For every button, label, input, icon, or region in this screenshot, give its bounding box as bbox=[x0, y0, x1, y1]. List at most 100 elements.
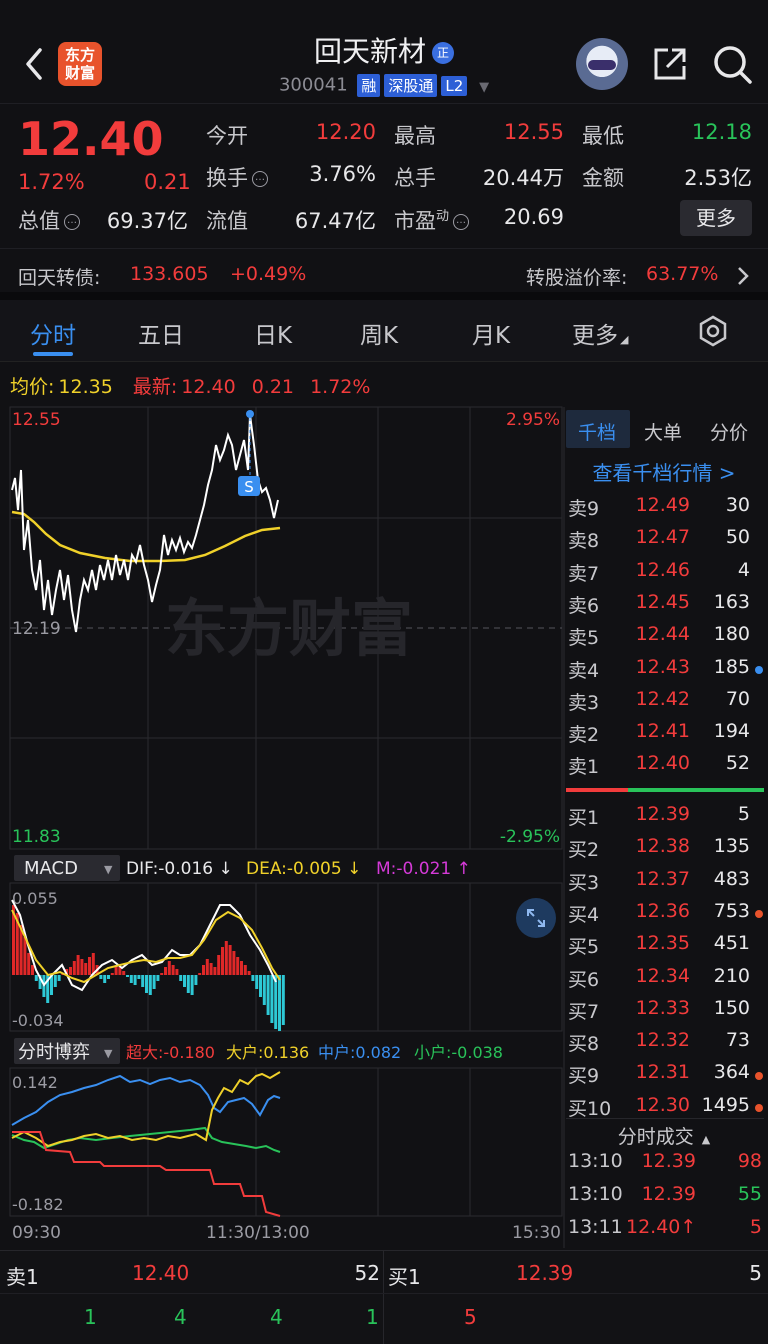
ask-row[interactable]: 卖7 12.46 4 bbox=[568, 559, 764, 591]
bid-row[interactable]: 买9 12.31 364 bbox=[568, 1061, 764, 1093]
margin-tag[interactable]: 融 bbox=[357, 74, 381, 97]
macd-bar bbox=[137, 975, 141, 979]
price-summary-line: 均价: 12.35 最新: 12.40 0.21 1.72% bbox=[10, 372, 370, 399]
tab-weekly-k[interactable]: 周K bbox=[360, 316, 398, 350]
tab-monthly-k[interactable]: 月K bbox=[472, 316, 510, 350]
current-price: 12.40 bbox=[18, 112, 164, 166]
avg-label: 均价: bbox=[10, 376, 55, 398]
bid-level-label: 买7 bbox=[568, 1000, 600, 1023]
ask-row[interactable]: 卖8 12.47 50 bbox=[568, 526, 764, 558]
tab-intraday[interactable]: 分时 bbox=[30, 316, 76, 350]
macd-bar bbox=[228, 945, 232, 975]
macd-bar bbox=[198, 973, 202, 975]
queue-buy-label: 买1 bbox=[388, 1265, 421, 1289]
ask-row[interactable]: 卖2 12.41 194 bbox=[568, 720, 764, 752]
view-depth-link[interactable]: 查看千档行情 > bbox=[566, 457, 762, 486]
ask-price: 12.47 bbox=[635, 526, 690, 549]
pe-label[interactable]: 市盈动… bbox=[394, 205, 470, 235]
ask-price: 12.42 bbox=[635, 687, 690, 710]
tab-daily-k[interactable]: 日K bbox=[254, 316, 292, 350]
info-icon[interactable]: … bbox=[453, 214, 470, 230]
bid-row[interactable]: 买4 12.36 753 bbox=[568, 900, 764, 932]
sell-queue-item: 1 bbox=[84, 1305, 97, 1329]
boyi-super: 超大:-0.180 bbox=[126, 1043, 215, 1062]
macd-bar bbox=[213, 967, 217, 975]
trade-qty: 55 bbox=[737, 1183, 762, 1205]
ask-price: 12.45 bbox=[635, 590, 690, 613]
x-axis-start: 09:30 bbox=[12, 1223, 61, 1243]
dropdown-caret-icon[interactable]: ▼ bbox=[104, 863, 113, 876]
macd-bar bbox=[236, 957, 240, 975]
macd-bar bbox=[167, 961, 171, 975]
ask-row[interactable]: 卖4 12.43 185 bbox=[568, 656, 764, 688]
macd-bar bbox=[152, 975, 156, 989]
ask-row[interactable]: 卖6 12.45 163 bbox=[568, 591, 764, 623]
bid-row[interactable]: 买8 12.32 73 bbox=[568, 1029, 764, 1061]
avg-price-line bbox=[11, 510, 281, 563]
active-tab-indicator bbox=[33, 352, 73, 356]
connect-tag[interactable]: 深股通 bbox=[384, 74, 438, 97]
trades-header[interactable]: 分时成交 ▲ bbox=[566, 1122, 762, 1149]
macd-bar bbox=[190, 975, 194, 995]
bid-row[interactable]: 买2 12.38 135 bbox=[568, 835, 764, 867]
x-axis-end: 15:30 bbox=[512, 1223, 561, 1243]
macd-bar bbox=[23, 937, 27, 975]
search-icon[interactable] bbox=[710, 42, 754, 86]
ask-row[interactable]: 卖9 12.49 30 bbox=[568, 494, 764, 526]
bid-row[interactable]: 买7 12.33 150 bbox=[568, 997, 764, 1029]
more-button[interactable]: 更多 bbox=[680, 200, 752, 236]
ask-row[interactable]: 卖1 12.40 52 bbox=[568, 752, 764, 784]
bid-row[interactable]: 买3 12.37 483 bbox=[568, 868, 764, 900]
ask-price: 12.43 bbox=[635, 655, 690, 678]
boyi-y-top: 0.142 bbox=[12, 1073, 58, 1092]
bid-row[interactable]: 买5 12.35 451 bbox=[568, 932, 764, 964]
turnover-label[interactable]: 换手… bbox=[206, 162, 268, 192]
tab-big-orders[interactable]: 大单 bbox=[644, 418, 682, 445]
bid-level-label: 买1 bbox=[568, 807, 600, 829]
last-value: 12.40 bbox=[181, 376, 236, 398]
boyi-small-line bbox=[11, 1126, 281, 1153]
mktcap-label[interactable]: 总值… bbox=[18, 205, 80, 235]
bid-price: 12.33 bbox=[635, 996, 690, 1019]
dropdown-caret-icon[interactable]: ▼ bbox=[104, 1047, 113, 1060]
expand-button[interactable] bbox=[516, 898, 556, 938]
bid-price: 12.30 bbox=[635, 1093, 690, 1116]
bid-level-label: 买6 bbox=[568, 968, 600, 991]
macd-bar bbox=[57, 975, 61, 981]
dropdown-caret-icon[interactable]: ▼ bbox=[479, 80, 489, 95]
bid-row[interactable]: 买10 12.30 1495 bbox=[568, 1094, 764, 1126]
assistant-robot-avatar[interactable] bbox=[576, 38, 628, 90]
y-axis-top: 12.55 bbox=[12, 410, 61, 430]
macd-dif: DIF:-0.016 ↓ bbox=[126, 859, 233, 879]
tab-price-dist[interactable]: 分价 bbox=[710, 418, 748, 445]
ask-level-label: 卖9 bbox=[568, 498, 600, 520]
ask-row[interactable]: 卖5 12.44 180 bbox=[568, 623, 764, 655]
ask-row[interactable]: 卖3 12.42 70 bbox=[568, 688, 764, 720]
avg-value: 12.35 bbox=[58, 376, 113, 398]
info-icon[interactable]: … bbox=[64, 214, 80, 230]
queue-buy-price: 12.39 bbox=[516, 1261, 574, 1285]
bid-level-label: 买2 bbox=[568, 839, 600, 862]
share-icon[interactable] bbox=[650, 44, 690, 84]
bid-price: 12.31 bbox=[635, 1061, 690, 1084]
collapse-caret-icon[interactable]: ▲ bbox=[702, 1133, 710, 1146]
settings-gear-icon[interactable] bbox=[696, 314, 730, 348]
macd-bar bbox=[164, 967, 167, 975]
tab-five-day[interactable]: 五日 bbox=[138, 316, 184, 350]
bid-qty: 135 bbox=[713, 835, 750, 858]
macd-bar bbox=[84, 963, 88, 975]
tab-depth[interactable]: 千档 bbox=[578, 418, 616, 445]
convertible-bond-bar[interactable]: 回天转债: 133.605 +0.49% 转股溢价率: 63.77% bbox=[0, 248, 768, 300]
chevron-right-icon[interactable] bbox=[736, 265, 750, 287]
bid-row[interactable]: 买6 12.34 210 bbox=[568, 965, 764, 997]
bid-row[interactable]: 买1 12.39 5 bbox=[568, 803, 764, 835]
bid-level-label: 买5 bbox=[568, 936, 600, 959]
open-label: 今开 bbox=[206, 124, 248, 148]
macd-bar bbox=[270, 975, 274, 1023]
level2-tag[interactable]: L2 bbox=[441, 75, 468, 96]
ask-qty: 52 bbox=[725, 752, 750, 775]
ask-qty: 50 bbox=[725, 526, 750, 549]
info-icon[interactable]: … bbox=[252, 171, 268, 187]
tab-more[interactable]: 更多 ◢ bbox=[572, 316, 628, 350]
period-tabs: 分时 五日 日K 周K 月K 更多 ◢ bbox=[0, 300, 768, 362]
